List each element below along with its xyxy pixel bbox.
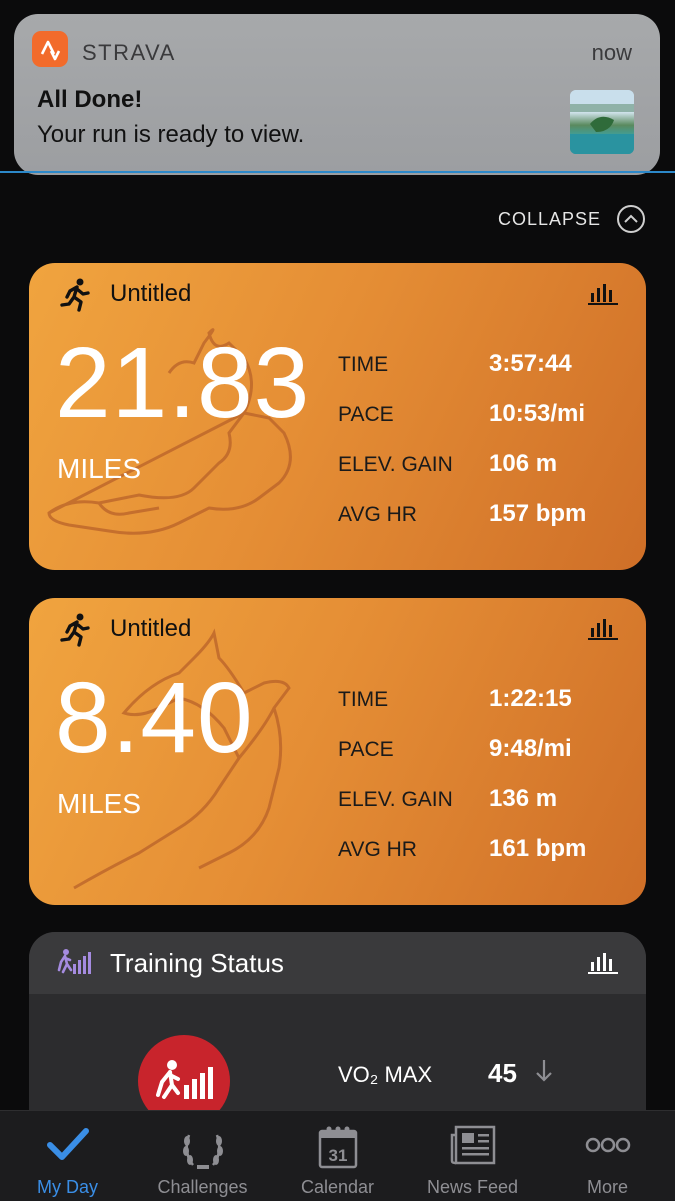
training-status-title: Training Status (110, 948, 284, 978)
tab-calendar[interactable]: 31 Calendar (270, 1111, 405, 1201)
notification-time: now (591, 40, 632, 65)
tab-news-feed[interactable]: News Feed (405, 1111, 540, 1201)
tab-more[interactable]: More (540, 1111, 675, 1201)
stat-label: ELEV. GAIN (338, 788, 453, 811)
tab-my-day[interactable]: My Day (0, 1111, 135, 1201)
stat-value: 1:22:15 (489, 685, 572, 712)
tab-label: Challenges (157, 1177, 248, 1197)
training-status-header: Training Status (29, 932, 646, 994)
stat-value: 9:48/mi (489, 735, 572, 762)
running-icon (57, 612, 93, 648)
running-icon (57, 277, 93, 313)
stat-label: PACE (338, 403, 394, 426)
stat-label: TIME (338, 353, 389, 376)
stat-row: AVG HR 161 bpm (338, 835, 638, 888)
activity-title: Untitled (110, 615, 192, 642)
check-icon (0, 1125, 135, 1171)
distance-unit: MILES (57, 453, 142, 484)
tab-label: My Day (36, 1177, 98, 1197)
activity-stats: TIME 3:57:44 PACE 10:53/mi ELEV. GAIN 106 m… (338, 350, 638, 553)
vo2-max-label: VO₂ MAX (338, 1062, 433, 1087)
stat-value: 136 m (489, 785, 558, 812)
tab-challenges[interactable]: Challenges (135, 1111, 270, 1201)
activity-card[interactable]: Untitled 21.83 MILES TIME 3:57:44 PACE 10:… (29, 263, 646, 570)
stat-value: 10:53/mi (489, 400, 586, 427)
stat-value: 161 bpm (489, 835, 587, 862)
laurel-icon (135, 1125, 270, 1171)
stat-label: PACE (338, 738, 394, 761)
bottom-tab-bar: My Day Challenges 31 Calendar News Feed … (0, 1110, 675, 1201)
more-icon (540, 1125, 675, 1171)
bar-chart-icon[interactable] (588, 281, 618, 310)
distance-unit: MILES (57, 788, 142, 819)
divider-line (0, 171, 675, 173)
strava-logo-icon (32, 31, 68, 67)
training-status-icon (57, 948, 91, 983)
stat-value: 106 m (489, 450, 558, 477)
stat-row: TIME 1:22:15 (338, 685, 638, 738)
activity-card[interactable]: Untitled 8.40 MILES TIME 1:22:15 PACE 9:48… (29, 598, 646, 905)
stat-label: AVG HR (338, 838, 417, 861)
distance-value: 21.83 (55, 327, 311, 439)
vo2-max-value: 45 (488, 1058, 517, 1088)
bar-chart-icon[interactable] (588, 616, 618, 645)
notification-title: All Done! (37, 86, 143, 113)
bar-chart-icon[interactable] (588, 950, 618, 979)
stat-label: TIME (338, 688, 389, 711)
notification-app-name: STRAVA (82, 40, 176, 65)
distance-value: 8.40 (55, 662, 254, 774)
tab-label: More (586, 1177, 628, 1197)
activity-stats: TIME 1:22:15 PACE 9:48/mi ELEV. GAIN 136 m … (338, 685, 638, 888)
stat-row: PACE 10:53/mi (338, 400, 638, 453)
chevron-up-icon (617, 205, 645, 233)
newspaper-icon (405, 1125, 540, 1171)
collapse-label: COLLAPSE (497, 208, 601, 229)
tab-label: Calendar (300, 1177, 375, 1197)
stat-row: AVG HR 157 bpm (338, 500, 638, 553)
stat-label: AVG HR (338, 503, 417, 526)
activity-title: Untitled (110, 280, 192, 307)
stat-value: 3:57:44 (489, 350, 572, 377)
collapse-button[interactable]: COLLAPSE (498, 203, 645, 235)
calendar-icon: 31 (270, 1125, 405, 1171)
stat-row: ELEV. GAIN 136 m (338, 785, 638, 838)
arrow-down-icon (534, 1058, 554, 1089)
stat-label: ELEV. GAIN (338, 453, 453, 476)
strava-notification[interactable]: STRAVA now All Done! Your run is ready t… (14, 14, 660, 175)
tab-label: News Feed (426, 1177, 519, 1197)
notification-thumbnail (570, 90, 634, 154)
stat-row: PACE 9:48/mi (338, 735, 638, 788)
stat-row: TIME 3:57:44 (338, 350, 638, 403)
stat-row: ELEV. GAIN 106 m (338, 450, 638, 503)
stat-value: 157 bpm (489, 500, 587, 527)
notification-body: Your run is ready to view. (37, 121, 305, 148)
calendar-day-number: 31 (328, 1146, 347, 1165)
